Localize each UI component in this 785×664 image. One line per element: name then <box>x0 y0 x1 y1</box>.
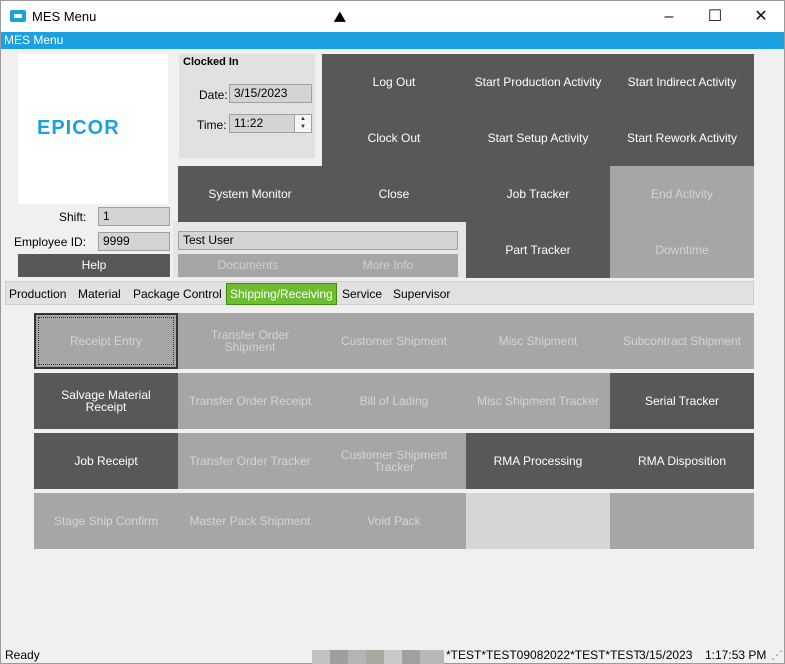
redacted-block <box>420 650 444 664</box>
documents-button[interactable]: Documents <box>178 254 318 277</box>
help-button[interactable]: Help <box>18 254 170 277</box>
minimize-icon[interactable]: – <box>646 1 692 32</box>
clock-out-button[interactable]: Clock Out <box>322 110 466 166</box>
clock-panel: Clocked In Date: 3/15/2023 Time: 11:22 ▲… <box>179 54 315 158</box>
employee-id-label: Employee ID: <box>14 235 87 249</box>
status-company: *TEST*TEST09082022*TEST*TEST <box>446 648 641 662</box>
system-monitor-button[interactable]: System Monitor <box>178 166 322 222</box>
rma-disposition-button[interactable]: RMA Disposition <box>610 433 754 489</box>
empty-slot <box>466 493 610 549</box>
mouse-cursor-icon: ⯅ <box>331 5 349 30</box>
close-window-icon[interactable]: ✕ <box>738 1 784 32</box>
status-bar: Ready *TEST*TEST09082022*TEST*TEST 3/15/… <box>1 646 784 664</box>
salvage-material-receipt-button[interactable]: Salvage Material Receipt <box>34 373 178 429</box>
close-button[interactable]: Close <box>322 166 466 222</box>
shift-label: Shift: <box>59 210 87 224</box>
shift-field[interactable]: 1 <box>98 207 170 226</box>
status-ready: Ready <box>5 648 40 662</box>
epicor-logo: EPICOR <box>37 117 120 139</box>
time-spinner[interactable]: ▲ ▼ <box>294 115 311 132</box>
tab-shipping-receiving[interactable]: Shipping/Receiving <box>226 283 337 305</box>
title-bar[interactable]: MES Menu ⯅ – ☐ ✕ <box>1 1 784 32</box>
start-rework-activity-button[interactable]: Start Rework Activity <box>610 110 754 166</box>
status-time: 1:17:53 PM <box>705 648 767 662</box>
time-value: 11:22 <box>234 116 264 130</box>
log-out-button[interactable]: Log Out <box>322 54 466 110</box>
mes-menu-window: MES Menu ⯅ – ☐ ✕ MES Menu EPICOR Clocked… <box>0 0 785 664</box>
misc-shipment-button[interactable]: Misc Shipment <box>466 313 610 369</box>
resize-grip-icon[interactable]: ⋰ <box>771 646 783 664</box>
time-label: Time: <box>197 118 227 132</box>
empty-slot <box>610 493 754 549</box>
employee-name-field: Test User <box>178 231 458 250</box>
maximize-icon[interactable]: ☐ <box>692 1 738 32</box>
customer-shipment-button[interactable]: Customer Shipment <box>322 313 466 369</box>
end-activity-button[interactable]: End Activity <box>610 166 754 222</box>
redacted-block <box>402 650 420 664</box>
redacted-block <box>348 650 366 664</box>
date-label: Date: <box>199 88 228 102</box>
spin-up-icon[interactable]: ▲ <box>295 115 311 123</box>
job-receipt-button[interactable]: Job Receipt <box>34 433 178 489</box>
window-title: MES Menu <box>32 9 97 24</box>
transfer-order-shipment-button[interactable]: Transfer Order Shipment <box>178 313 322 369</box>
stage-ship-confirm-button[interactable]: Stage Ship Confirm <box>34 493 178 549</box>
status-date: 3/15/2023 <box>639 648 693 662</box>
serial-tracker-button[interactable]: Serial Tracker <box>610 373 754 429</box>
misc-shipment-tracker-button[interactable]: Misc Shipment Tracker <box>466 373 610 429</box>
transfer-order-receipt-button[interactable]: Transfer Order Receipt <box>178 373 322 429</box>
more-info-button[interactable]: More Info <box>318 254 458 277</box>
date-field[interactable]: 3/15/2023 <box>229 84 312 103</box>
transfer-order-tracker-button[interactable]: Transfer Order Tracker <box>178 433 322 489</box>
start-indirect-activity-button[interactable]: Start Indirect Activity <box>610 54 754 110</box>
start-production-activity-button[interactable]: Start Production Activity <box>466 54 610 110</box>
rma-processing-button[interactable]: RMA Processing <box>466 433 610 489</box>
customer-shipment-tracker-button[interactable]: Customer Shipment Tracker <box>322 433 466 489</box>
downtime-button[interactable]: Downtime <box>610 222 754 278</box>
clocked-in-title: Clocked In <box>183 56 239 68</box>
receipt-entry-button[interactable]: Receipt Entry <box>34 313 178 369</box>
job-tracker-button[interactable]: Job Tracker <box>466 166 610 222</box>
tab-package-control[interactable]: Package Control <box>133 284 222 304</box>
employee-id-field[interactable]: 9999 <box>98 232 170 251</box>
master-pack-shipment-button[interactable]: Master Pack Shipment <box>178 493 322 549</box>
subcontract-shipment-button[interactable]: Subcontract Shipment <box>610 313 754 369</box>
logo-panel: EPICOR <box>18 54 168 204</box>
spin-down-icon[interactable]: ▼ <box>295 123 311 131</box>
app-icon <box>10 10 26 22</box>
bill-of-lading-button[interactable]: Bill of Lading <box>322 373 466 429</box>
menu-band: MES Menu <box>1 32 784 49</box>
tab-bar: Production Material Package Control Ship… <box>5 281 754 305</box>
tab-production[interactable]: Production <box>9 284 66 304</box>
part-tracker-button[interactable]: Part Tracker <box>466 222 610 278</box>
tab-service[interactable]: Service <box>342 284 382 304</box>
redacted-block <box>384 650 402 664</box>
void-pack-button[interactable]: Void Pack <box>322 493 466 549</box>
time-field[interactable]: 11:22 ▲ ▼ <box>229 114 312 133</box>
redacted-block <box>366 650 384 664</box>
start-setup-activity-button[interactable]: Start Setup Activity <box>466 110 610 166</box>
redacted-block <box>312 650 330 664</box>
tab-material[interactable]: Material <box>78 284 121 304</box>
redacted-block <box>330 650 348 664</box>
tab-supervisor[interactable]: Supervisor <box>393 284 450 304</box>
